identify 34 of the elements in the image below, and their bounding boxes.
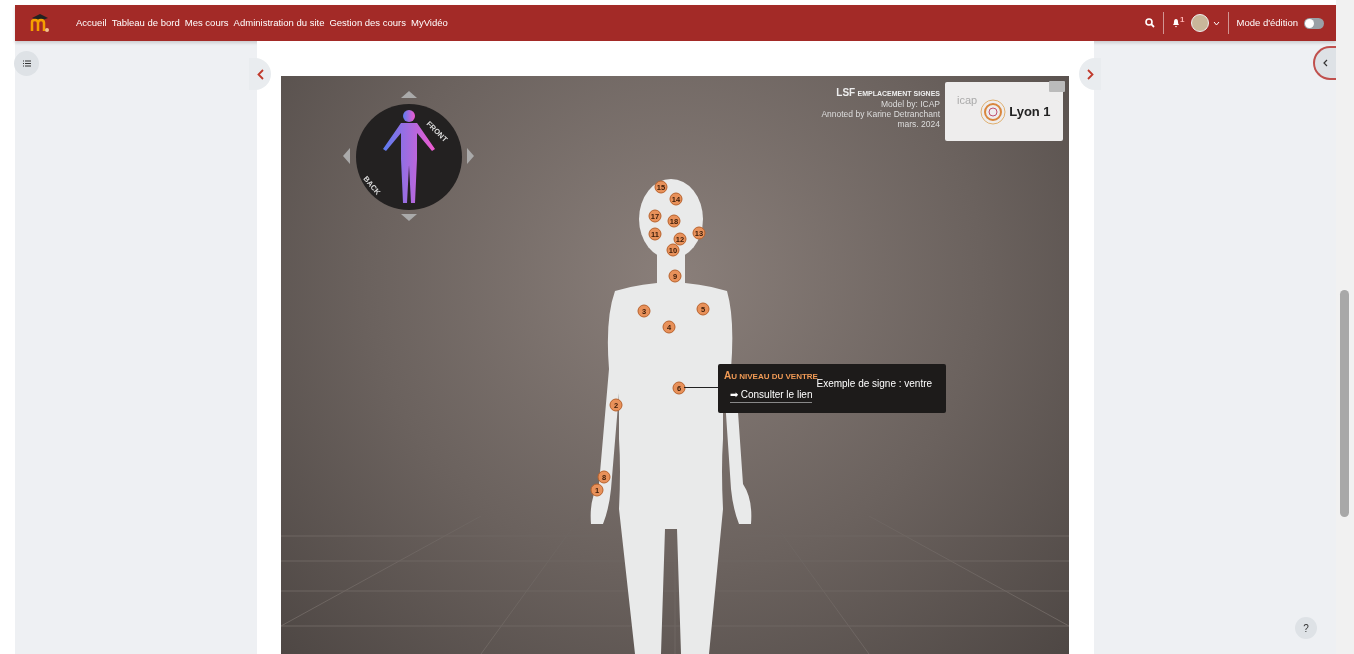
list-icon (22, 60, 31, 67)
nav-link[interactable]: Administration du site (233, 15, 325, 31)
credit-text: Annoted by Karine Detranchant (821, 109, 940, 119)
chevron-left-icon (1323, 59, 1328, 67)
search-icon[interactable] (1145, 18, 1156, 28)
previous-button[interactable] (249, 58, 271, 90)
logo-icon (29, 13, 51, 33)
nav-link[interactable]: Gestion des cours (329, 15, 406, 31)
credit-text: mars. 2024 (896, 119, 940, 129)
nav-link[interactable]: Accueil (76, 15, 107, 31)
bell-icon[interactable] (1172, 18, 1181, 28)
rings-icon (979, 97, 1008, 126)
model-title: LSF (836, 87, 856, 98)
left-arrow-icon[interactable] (343, 148, 350, 164)
annotation-description: Exemple de signe : ventre (816, 378, 933, 391)
edit-mode-switch[interactable] (1304, 17, 1324, 29)
nav-link[interactable]: MyVidéo (411, 15, 448, 31)
scrollbar[interactable] (1336, 0, 1354, 654)
link[interactable]: ➡ Consulter le lien (730, 387, 813, 403)
down-arrow-icon[interactable] (401, 214, 417, 221)
logo-text: icap (957, 93, 978, 108)
next-button[interactable] (1079, 58, 1101, 90)
logo-text: Lyon 1 (1009, 102, 1051, 121)
chevron-right-icon (1086, 68, 1094, 80)
notification-count: 1 (1180, 14, 1185, 26)
chevron-left-icon (256, 68, 264, 80)
nav-link[interactable]: Mes cours (184, 15, 229, 31)
edit-mode-label: Mode d'édition (1236, 15, 1298, 30)
caret-icon[interactable] (1212, 20, 1220, 26)
nav-link[interactable]: Tableau de bord (111, 15, 180, 31)
right-arrow-icon[interactable] (467, 148, 474, 164)
avatar-icon[interactable] (1190, 14, 1209, 32)
up-arrow-icon[interactable] (401, 91, 417, 98)
credit-text: Model by: ICAP (879, 99, 940, 109)
